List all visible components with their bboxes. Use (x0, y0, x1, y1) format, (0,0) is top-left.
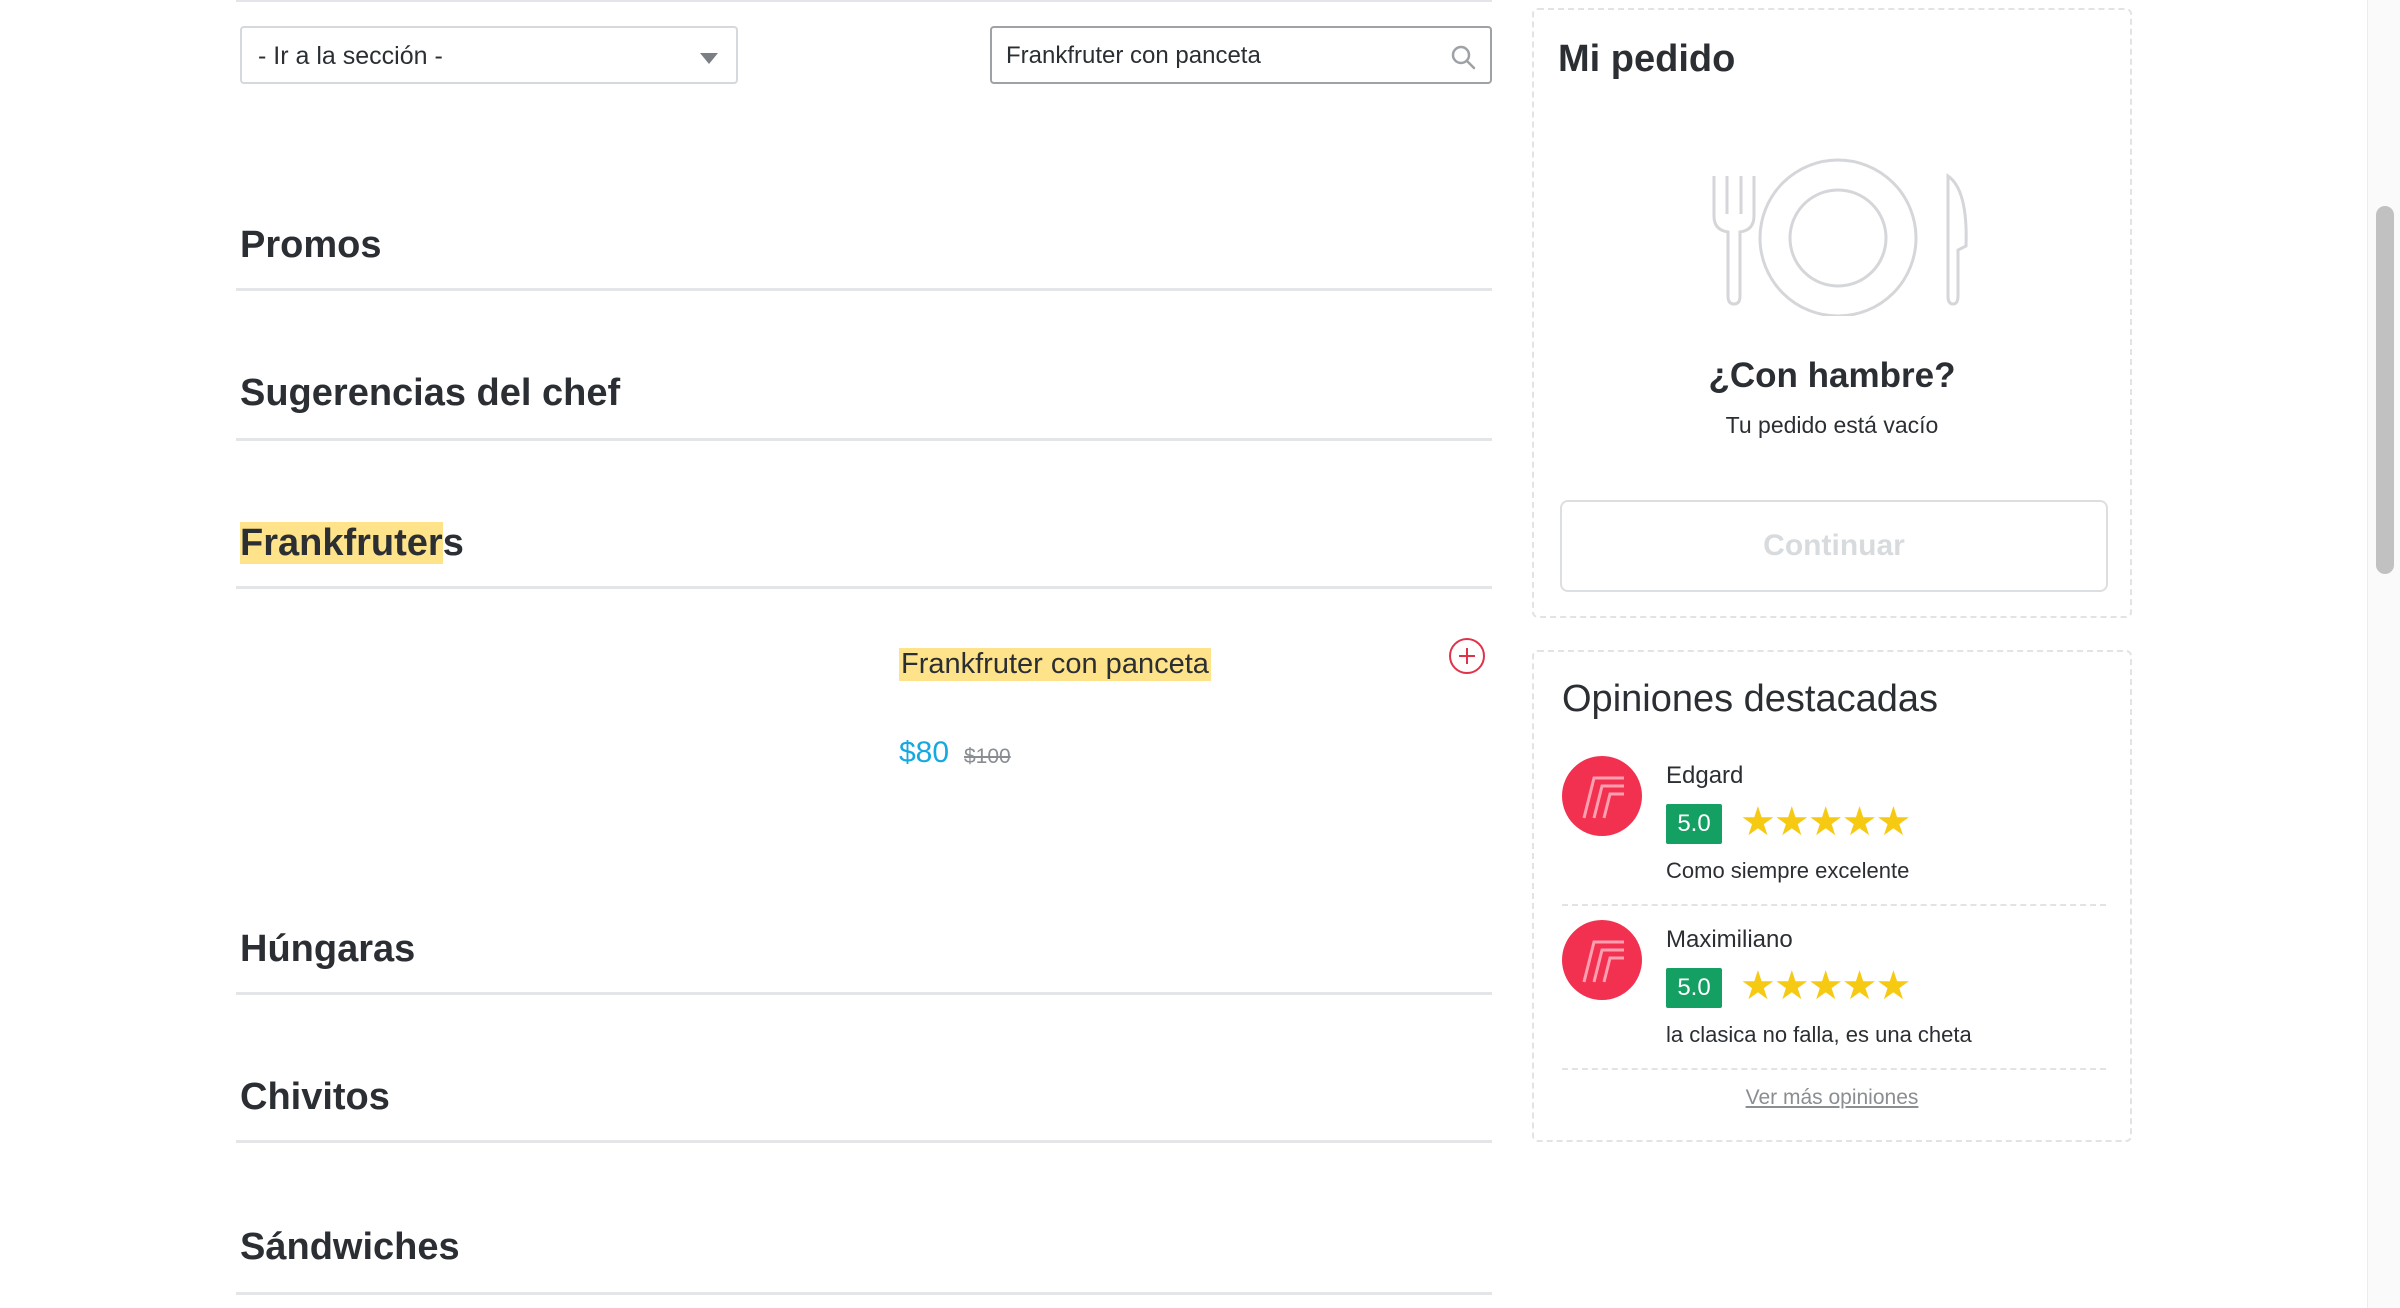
reviews-card: Opiniones destacadas Edgard 5.0 ★★★★★ Co… (1532, 650, 2132, 1142)
continue-button[interactable]: Continuar (1560, 500, 2108, 592)
more-reviews-link[interactable]: Ver más opiniones (1534, 1086, 2130, 1110)
section-title: Frankfruters (240, 522, 464, 565)
review-comment: Como siempre excelente (1666, 858, 1910, 883)
reviewer-name: Maximiliano (1666, 926, 1793, 953)
product-name[interactable]: Frankfruter con panceta (899, 648, 1211, 681)
search-field[interactable] (990, 26, 1492, 84)
search-icon[interactable] (1450, 44, 1476, 70)
chevron-down-icon (700, 53, 718, 64)
section-divider (236, 438, 1492, 441)
section-title: Húngaras (240, 928, 416, 970)
review-item: Edgard 5.0 ★★★★★ Como siempre excelente (1562, 756, 2106, 920)
star-rating-icon: ★★★★★ (1740, 800, 1911, 844)
section-select-label: - Ir a la sección - (258, 42, 443, 70)
reviewer-name: Edgard (1666, 762, 1744, 789)
section-divider (236, 586, 1492, 589)
score-badge: 5.0 (1666, 968, 1722, 1008)
section-divider (236, 1292, 1492, 1295)
plate-cutlery-icon (1712, 158, 1968, 316)
score-badge: 5.0 (1666, 804, 1722, 844)
empty-order-text: Tu pedido está vacío (1725, 412, 1939, 438)
top-divider (236, 0, 1492, 2)
scrollbar-thumb[interactable] (2376, 206, 2394, 574)
reviews-title: Opiniones destacadas (1562, 678, 1939, 720)
review-comment: la clasica no falla, es una cheta (1666, 1022, 1972, 1047)
add-item-button[interactable] (1448, 637, 1486, 675)
section-divider (236, 992, 1492, 995)
review-item: Maximiliano 5.0 ★★★★★ la clasica no fall… (1562, 920, 2106, 1084)
scrollbar-track[interactable] (2367, 0, 2400, 1308)
search-highlight: Frankfruter (240, 522, 443, 564)
product-old-price: $100 (964, 745, 1011, 768)
section-title: Sugerencias del chef (240, 372, 621, 414)
avatar (1562, 756, 1642, 836)
section-divider (236, 288, 1492, 291)
section-title: Chivitos (240, 1076, 390, 1118)
review-divider (1562, 1068, 2106, 1070)
section-title-rest: s (442, 522, 464, 564)
avatar (1562, 920, 1642, 1000)
search-input[interactable] (1004, 38, 1428, 74)
order-card: Mi pedido ¿Con hambre? Tu pedido está va… (1532, 8, 2132, 618)
section-divider (236, 1140, 1492, 1143)
review-divider (1562, 904, 2106, 906)
order-title: Mi pedido (1558, 38, 1736, 80)
section-title: Promos (240, 224, 382, 266)
product-price: $80 (899, 736, 950, 769)
hungry-heading: ¿Con hambre? (1708, 356, 1956, 395)
section-select[interactable]: - Ir a la sección - (240, 26, 738, 84)
star-rating-icon: ★★★★★ (1740, 964, 1911, 1008)
section-title: Sándwiches (240, 1226, 460, 1268)
